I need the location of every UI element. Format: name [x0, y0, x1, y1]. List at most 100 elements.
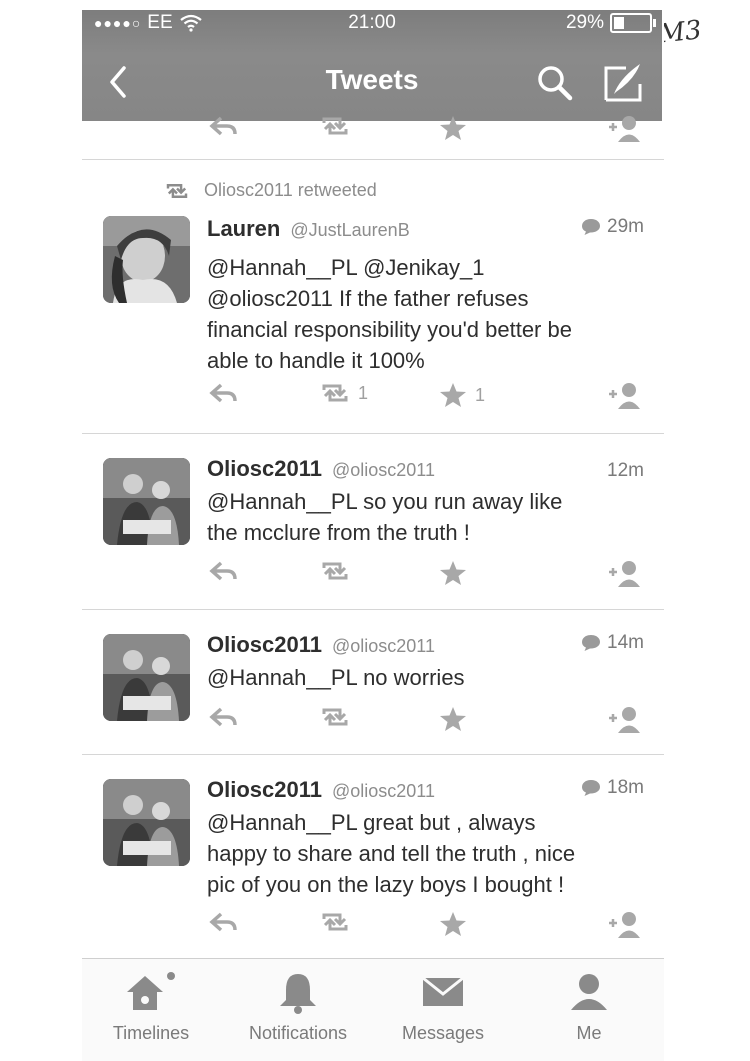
tweet-item[interactable]: Oliosc2011 retweeted Lauren @JustLaurenB…	[82, 160, 664, 433]
retweet-icon[interactable]	[320, 115, 350, 137]
retweet-button[interactable]	[320, 911, 350, 933]
tweet-header: Oliosc2011 @oliosc2011 14m	[207, 632, 644, 658]
tweet-header: Oliosc2011 @oliosc2011 18m	[207, 777, 644, 803]
reply-icon	[209, 561, 237, 581]
avatar-photo-oliosc	[103, 458, 190, 545]
conversation-bubble-icon	[582, 219, 601, 235]
reply-icon	[209, 912, 237, 932]
avatar[interactable]	[103, 779, 190, 866]
favorite-star-icon[interactable]	[439, 115, 467, 141]
tweet-header: Lauren @JustLaurenB 29m	[207, 216, 644, 242]
tweet-meta: 18m	[581, 777, 644, 799]
tab-label: Notifications	[248, 1023, 348, 1043]
tweet-item[interactable]: Oliosc2011 @oliosc2011 14m @Hannah__PL n…	[82, 610, 664, 754]
retweet-context: Oliosc2011 retweeted	[164, 180, 377, 201]
tweet-meta: 29m	[581, 216, 644, 238]
tab-me[interactable]: Me	[534, 967, 644, 1044]
follow-button[interactable]	[609, 706, 641, 734]
tweet-text-line: the mcclure from the truth !	[207, 520, 470, 545]
tweet-time: 12m	[607, 460, 644, 481]
tweet-text: @Hannah__PL great but , always happy to …	[207, 807, 646, 900]
favorite-button[interactable]: 1	[439, 382, 485, 408]
tweet-item[interactable]: Oliosc2011 @oliosc2011 12m @Hannah__PL s…	[82, 434, 664, 609]
retweet-icon	[322, 913, 348, 931]
reply-icon[interactable]	[209, 115, 239, 137]
favorite-star-icon	[440, 912, 466, 936]
home-icon	[127, 972, 175, 1010]
tweet-text-line: @Hannah__PL @Jenikay_1	[207, 255, 485, 280]
tweet-text-line: financial responsibility you'd better be	[207, 317, 572, 342]
favorite-star-icon	[440, 383, 466, 407]
retweeted-by-label: Oliosc2011 retweeted	[204, 180, 377, 200]
tab-label: Timelines	[112, 1023, 190, 1043]
retweet-icon	[322, 562, 348, 580]
reply-button[interactable]	[209, 706, 239, 728]
tweet-item[interactable]: Oliosc2011 @oliosc2011 18m @Hannah__PL g…	[82, 755, 664, 951]
tweet-text-line: @Hannah__PL great but , always	[207, 810, 536, 835]
bell-icon	[280, 974, 316, 1014]
avatar[interactable]	[103, 458, 190, 545]
author-name[interactable]: Oliosc2011	[207, 632, 322, 658]
avatar[interactable]	[103, 216, 190, 303]
follow-button[interactable]	[609, 560, 641, 588]
tweet-text-line: able to handle it 100%	[207, 348, 425, 373]
tweet-text: @Hannah__PL no worries	[207, 662, 646, 693]
tab-bar: Timelines Notifications Messages Me	[82, 958, 664, 1061]
favorite-count: 1	[475, 384, 486, 405]
author-name[interactable]: Lauren	[207, 216, 280, 242]
tab-messages[interactable]: Messages	[388, 967, 498, 1044]
retweet-button[interactable]	[320, 706, 350, 728]
favorite-button[interactable]	[439, 560, 467, 586]
battery-icon	[610, 13, 656, 33]
retweet-button[interactable]: 1	[320, 382, 368, 404]
battery-status: 29%	[565, 12, 656, 34]
tab-label: Me	[576, 1023, 602, 1043]
avatar-photo-oliosc	[103, 779, 190, 866]
previous-action-bar	[207, 115, 647, 145]
author-handle: @oliosc2011	[331, 781, 435, 801]
follow-icon[interactable]	[609, 115, 641, 143]
battery-fill	[614, 17, 624, 29]
tweet-text-line: @Hannah__PL no worries	[207, 665, 465, 690]
reply-button[interactable]	[209, 382, 239, 404]
reply-icon	[209, 383, 237, 403]
tweet-time: 29m	[607, 216, 644, 237]
tweet-feed[interactable]: Oliosc2011 retweeted Lauren @JustLaurenB…	[82, 116, 664, 951]
reply-button[interactable]	[209, 911, 239, 933]
reply-icon	[209, 707, 237, 727]
favorite-button[interactable]	[439, 911, 467, 937]
author-handle: @oliosc2011	[331, 460, 435, 480]
retweet-count: 1	[358, 382, 369, 403]
avatar[interactable]	[103, 634, 190, 721]
author-handle: @JustLaurenB	[290, 220, 410, 240]
tab-notifications[interactable]: Notifications	[242, 967, 354, 1044]
follow-button[interactable]	[609, 911, 641, 939]
follow-button[interactable]	[609, 382, 641, 410]
author-name[interactable]: Oliosc2011	[207, 456, 322, 482]
status-bar: ●●●●○ EE 21:00 29%	[82, 10, 662, 38]
favorite-button[interactable]	[439, 706, 467, 732]
retweet-icon	[322, 384, 348, 402]
tweet-action-bar	[207, 706, 647, 736]
battery-percent: 29%	[565, 12, 604, 33]
tweet-text-line: @Hannah__PL so you run away like	[207, 489, 563, 514]
tab-label: Messages	[401, 1023, 485, 1043]
search-icon[interactable]	[534, 62, 576, 104]
tweet-text-line: happy to share and tell the truth , nice	[207, 841, 576, 866]
compose-tweet-icon[interactable]	[600, 60, 646, 106]
author-name[interactable]: Oliosc2011	[207, 777, 322, 803]
retweet-icon	[322, 708, 348, 726]
follow-icon	[609, 912, 640, 938]
tweet-text: @Hannah__PL so you run away like the mcc…	[207, 486, 646, 548]
conversation-bubble-icon	[582, 780, 601, 796]
avatar-photo-oliosc	[103, 634, 190, 721]
follow-icon	[609, 707, 640, 733]
favorite-star-icon	[440, 707, 466, 731]
reply-button[interactable]	[209, 560, 239, 582]
envelope-icon	[422, 976, 464, 1006]
retweet-small-icon	[166, 183, 188, 198]
conversation-bubble-icon	[582, 635, 601, 651]
phone-screen: ●●●●○ EE 21:00 29% Tweets Oliosc2011 ret…	[82, 10, 664, 1061]
tab-timelines[interactable]: Timelines	[96, 967, 206, 1044]
retweet-button[interactable]	[320, 560, 350, 582]
